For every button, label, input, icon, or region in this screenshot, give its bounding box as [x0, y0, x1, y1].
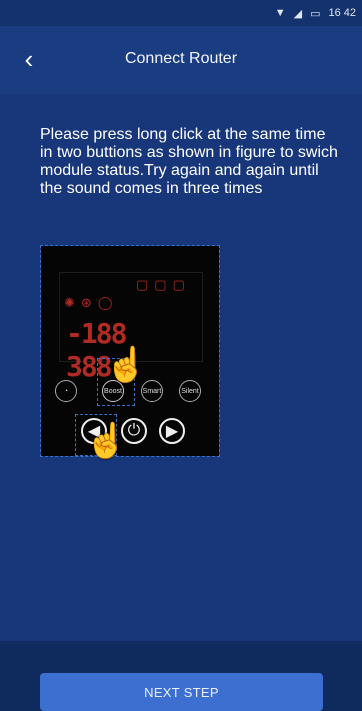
status-bar: ▼ ◢ ▭ 16 42 — [0, 0, 362, 26]
smart-button[interactable]: Smart — [141, 380, 163, 402]
signal-icon: ◢ — [293, 7, 303, 20]
main-content: Please press long click at the same time… — [0, 94, 362, 711]
wifi-icon: ▼ — [274, 7, 286, 19]
battery-icon: ▭ — [310, 7, 321, 20]
circle-icon: ◯ — [97, 295, 113, 310]
mode-button[interactable]: ◔ — [55, 380, 77, 402]
app-header: ‹ Connect Router — [0, 26, 362, 94]
next-step-button[interactable]: NEXT STEP — [40, 673, 323, 711]
lcd-icons-row: ✺ ⊛ ◯ — [64, 295, 112, 311]
hand-icon: ☝ — [105, 346, 148, 384]
sun-icon: ✺ — [64, 295, 75, 310]
status-time: 16 42 — [328, 7, 356, 19]
page-title: Connect Router — [124, 50, 238, 67]
right-arrow-icon[interactable]: ▶ — [159, 418, 185, 444]
silent-button[interactable]: Silent — [179, 380, 201, 402]
device-control-panel-figure: ▢ ▢ ▢ ✺ ⊛ ◯ -188 388 ◔ Boost ☝ Smart Silen… — [40, 245, 220, 460]
fan-icon: ⊛ — [80, 295, 92, 310]
lcd-icons-top-right: ▢ ▢ ▢ — [136, 277, 185, 292]
hand-icon: ☝ — [85, 422, 128, 460]
instruction-text: Please press long click at the same time… — [40, 126, 338, 197]
